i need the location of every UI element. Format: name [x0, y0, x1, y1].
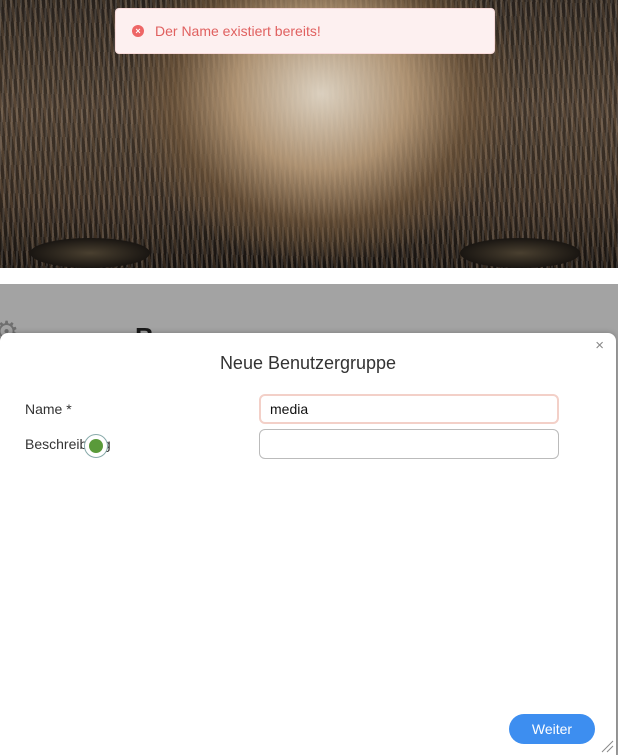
name-input[interactable] [259, 394, 559, 424]
next-button[interactable]: Weiter [509, 714, 595, 744]
wolf-eye-left [30, 238, 150, 268]
dialog-title: Neue Benutzergruppe [219, 353, 397, 373]
error-circle-icon: × [132, 25, 144, 37]
description-input[interactable] [259, 429, 559, 459]
error-toast: × Der Name existiert bereits! [115, 8, 495, 54]
new-user-group-dialog: × Neue Benutzergruppe Name * Beschreibun… [0, 333, 616, 755]
toast-message: Der Name existiert bereits! [155, 23, 321, 39]
resize-grip-icon[interactable] [600, 739, 614, 753]
name-label: Name * [25, 401, 72, 417]
cursor-overlay-icon [84, 434, 108, 458]
close-icon[interactable]: × [595, 337, 604, 354]
divider-strip [0, 268, 618, 284]
wolf-eye-right [460, 238, 580, 268]
